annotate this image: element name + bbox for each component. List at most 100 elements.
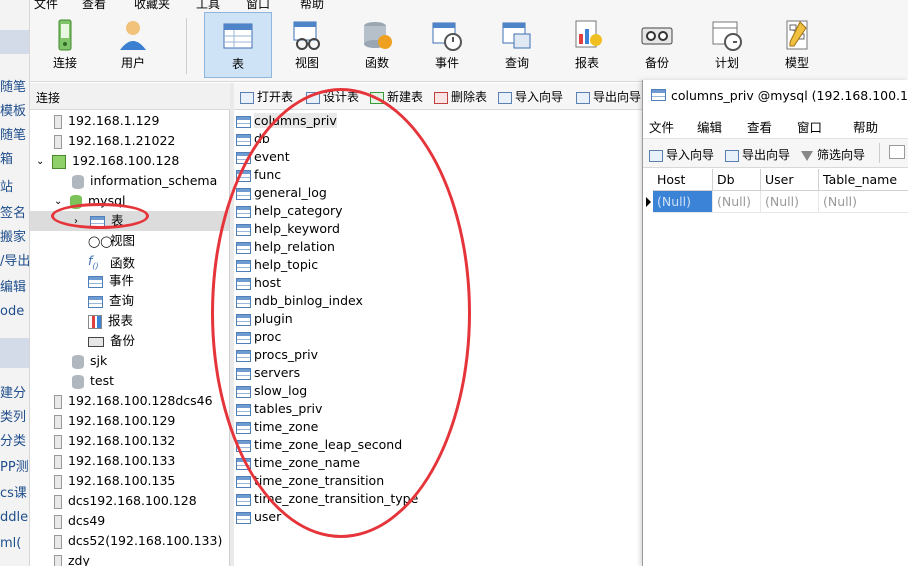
table-item[interactable]: ndb_binlog_index — [236, 292, 363, 310]
table-item[interactable]: plugin — [236, 310, 293, 328]
event-icon — [432, 22, 462, 51]
table-item[interactable]: user — [236, 508, 281, 526]
toolbar-function-button[interactable]: 函数 — [344, 12, 410, 78]
tree-events-node[interactable]: 事件 — [88, 271, 134, 291]
menu-window[interactable]: 窗口 — [246, 0, 270, 10]
window-import-button[interactable]: 导入向导 — [649, 146, 714, 163]
toolbar-backup-button[interactable]: 备份 — [624, 12, 690, 78]
table-icon — [236, 403, 251, 416]
tree-connection[interactable]: 192.168.100.129 — [54, 411, 175, 431]
menu-view[interactable]: 查看 — [82, 0, 106, 10]
window-filter-button[interactable]: 筛选向导 — [801, 146, 865, 163]
column-header-host[interactable]: Host — [653, 169, 713, 191]
open-table-button[interactable]: 打开表 — [240, 88, 293, 106]
toolbar-label: 计划 — [714, 56, 739, 70]
tree-connection[interactable]: dcs49 — [54, 511, 105, 531]
table-item[interactable]: help_category — [236, 202, 343, 220]
column-header-db[interactable]: Db — [713, 169, 761, 191]
toolbar-event-button[interactable]: 事件 — [414, 12, 480, 78]
column-header-user[interactable]: User — [761, 169, 819, 191]
tree-connection[interactable]: 192.168.100.128dcs46 — [54, 391, 213, 411]
menu-help[interactable]: 帮助 — [300, 0, 324, 10]
tree-connection[interactable]: 192.168.1.21022 — [54, 131, 175, 151]
toolbar-connect-button[interactable]: 连接 — [32, 12, 98, 78]
new-table-button[interactable]: 新建表 — [370, 88, 423, 106]
tree-reports-node[interactable]: 报表 — [88, 311, 133, 331]
toolbar-model-button[interactable]: 模型 — [764, 12, 830, 78]
tree-connection[interactable]: 192.168.100.133 — [54, 451, 175, 471]
tree-connection[interactable]: zdy — [54, 551, 90, 566]
toolbar-schedule-button[interactable]: 计划 — [694, 12, 760, 78]
tree-functions-node[interactable]: f() 函数 — [88, 251, 135, 271]
bg-item: 随笔 — [0, 80, 27, 95]
menu-tools[interactable]: 工具 — [196, 0, 220, 10]
tree-database[interactable]: sjk — [72, 351, 107, 371]
toolbar-table-button[interactable]: 表 — [204, 12, 272, 78]
grid-view-icon[interactable] — [889, 145, 905, 159]
table-item[interactable]: db — [236, 130, 270, 148]
export-icon — [576, 91, 590, 104]
table-item[interactable]: time_zone — [236, 418, 318, 436]
tree-connection[interactable]: dcs192.168.100.128 — [54, 491, 197, 511]
table-item[interactable]: servers — [236, 364, 300, 382]
table-item[interactable]: time_zone_name — [236, 454, 360, 472]
table-icon — [236, 493, 251, 506]
tree-label: dcs49 — [68, 513, 106, 528]
import-wizard-button[interactable]: 导入向导 — [498, 88, 563, 106]
table-item[interactable]: host — [236, 274, 281, 292]
tree-database-open[interactable]: ⌄ mysql — [54, 191, 126, 211]
table-item[interactable]: time_zone_transition_type — [236, 490, 418, 508]
tree-connection[interactable]: 192.168.1.129 — [54, 111, 159, 131]
table-item[interactable]: proc — [236, 328, 281, 346]
table-item[interactable]: columns_priv — [236, 112, 337, 130]
table-item[interactable]: help_keyword — [236, 220, 340, 238]
menu-favorites[interactable]: 收藏夹 — [134, 0, 170, 10]
tree-connection[interactable]: 192.168.100.132 — [54, 431, 175, 451]
model-icon — [786, 20, 808, 50]
toolbar-label: 报表 — [574, 56, 599, 70]
table-icon — [651, 89, 666, 101]
toolbar-user-button[interactable]: 用户 — [100, 12, 166, 78]
window-menu-file[interactable]: 文件 — [649, 117, 674, 136]
tree-database[interactable]: information_schema — [72, 171, 217, 191]
menu-file[interactable]: 文件 — [34, 0, 58, 10]
design-table-button[interactable]: 设计表 — [306, 88, 359, 106]
tree-tables-node[interactable]: › 表 — [30, 211, 229, 231]
toolbar-query-button[interactable]: 查询 — [484, 12, 550, 78]
table-item[interactable]: tables_priv — [236, 400, 322, 418]
toolbar-view-button[interactable]: 视图 — [274, 12, 340, 78]
window-menu-help[interactable]: 帮助 — [853, 117, 878, 136]
tree-database[interactable]: test — [72, 371, 114, 391]
table-item[interactable]: procs_priv — [236, 346, 318, 364]
grid-cell[interactable]: (Null) — [761, 191, 819, 213]
grid-cell[interactable]: (Null) — [653, 191, 713, 213]
table-item[interactable]: event — [236, 148, 290, 166]
toolbar-report-button[interactable]: 报表 — [554, 12, 620, 78]
window-menu-view[interactable]: 查看 — [747, 117, 772, 136]
tree-connection-open[interactable]: ⌄ 192.168.100.128 — [36, 151, 179, 171]
table-item[interactable]: help_relation — [236, 238, 335, 256]
table-item[interactable]: help_topic — [236, 256, 318, 274]
chevron-right-icon: › — [74, 215, 78, 227]
window-export-button[interactable]: 导出向导 — [725, 146, 790, 163]
table-item[interactable]: func — [236, 166, 281, 184]
tree-backups-node[interactable]: 备份 — [88, 331, 135, 351]
tree-views-node[interactable]: ◯◯视图 — [88, 231, 135, 251]
table-item[interactable]: general_log — [236, 184, 327, 202]
tree-connection[interactable]: dcs52(192.168.100.133) — [54, 531, 222, 551]
grid-cell[interactable]: (Null) — [819, 191, 908, 213]
table-icon — [236, 169, 251, 182]
backup-icon — [641, 27, 673, 45]
column-header-table-name[interactable]: Table_name — [819, 169, 908, 191]
grid-cell[interactable]: (Null) — [713, 191, 761, 213]
tree-queries-node[interactable]: 查询 — [88, 291, 134, 311]
table-item[interactable]: time_zone_leap_second — [236, 436, 402, 454]
delete-table-button[interactable]: 删除表 — [434, 88, 487, 106]
table-item[interactable]: slow_log — [236, 382, 307, 400]
window-menu-edit[interactable]: 编辑 — [697, 117, 722, 136]
tree-connection[interactable]: 192.168.100.135 — [54, 471, 175, 491]
table-icon — [236, 241, 251, 254]
export-wizard-button[interactable]: 导出向导 — [576, 88, 641, 106]
window-menu-window[interactable]: 窗口 — [797, 117, 822, 136]
table-item[interactable]: time_zone_transition — [236, 472, 384, 490]
